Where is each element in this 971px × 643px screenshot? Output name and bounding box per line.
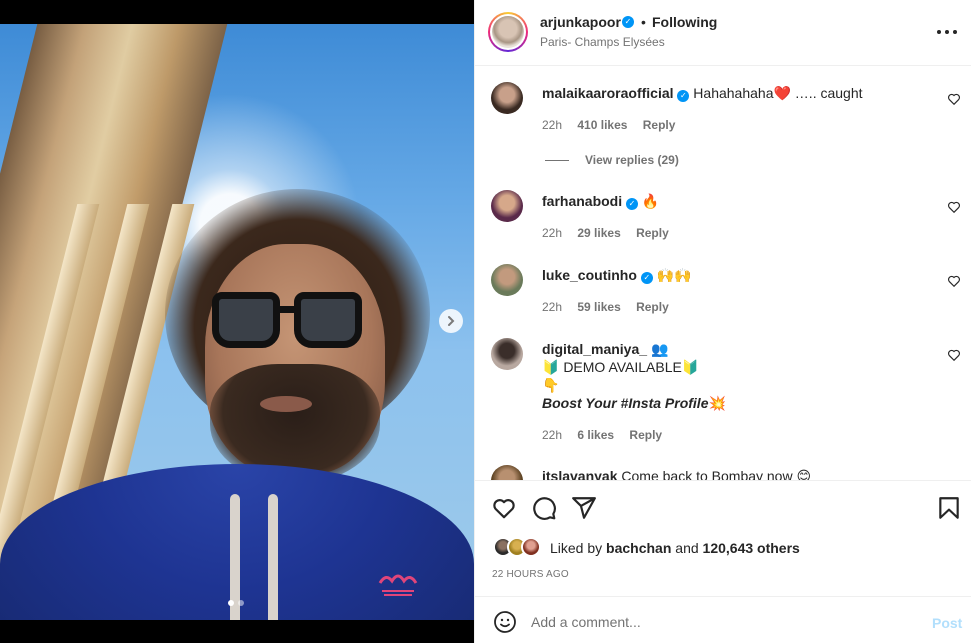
liker-avatar [521,537,541,557]
comment-likes[interactable]: 410 likes [577,118,627,132]
likes-count[interactable]: 120,643 others [703,540,800,556]
following-button[interactable]: Following [652,14,717,30]
comment-text: luke_coutinho ✓ 🙌🙌 [542,266,937,284]
commenter-avatar[interactable] [491,465,523,480]
comment-meta: 22h 410 likes Reply [542,118,687,132]
bookmark-icon[interactable] [936,495,962,521]
post-actions: Liked by bachchan and 120,643 others 22 … [475,480,971,643]
liked-by-prefix: Liked by [550,540,603,556]
post-media [0,0,474,643]
comment-username[interactable]: farhanabodi [542,193,622,209]
verified-badge-icon: ✓ [640,272,653,284]
header-separator: • [641,14,646,30]
comments-list[interactable]: malaikaaroraofficial ✓ Hahahahaha❤️ ….. … [475,67,971,480]
heart-emoji: ❤️ [773,85,791,101]
heart-icon[interactable] [491,495,517,521]
reply-button[interactable]: Reply [643,118,676,132]
comment-icon[interactable] [531,495,557,521]
comment-username[interactable]: malaikaaroraofficial [542,85,674,101]
hoodie-logo [378,574,418,596]
collision-emoji: 💥 [708,395,726,411]
comment-likes[interactable]: 6 likes [577,428,614,442]
verified-badge-icon: ✓ [677,90,690,102]
carousel-dot [238,600,244,606]
comment-body: 🔰 DEMO AVAILABLE🔰 [542,359,700,375]
carousel-indicator [228,600,244,606]
reply-button[interactable]: Reply [636,300,669,314]
share-icon[interactable] [571,495,597,521]
comment-likes[interactable]: 59 likes [577,300,620,314]
more-options-icon[interactable] [937,22,957,42]
comment-body: Hahahahaha [693,85,774,101]
commenter-avatar[interactable] [491,82,523,114]
fire-emoji: 🔥 [641,193,660,209]
author-avatar[interactable] [488,12,528,52]
liker-avatars[interactable] [493,537,541,557]
post-timestamp[interactable]: 22 HOURS AGO [492,569,569,580]
comment-text: malaikaaroraofficial ✓ Hahahahaha❤️ ….. … [542,84,937,102]
liked-by-summary: Liked by bachchan and 120,643 others [550,540,800,556]
people-emoji: 👥 [650,341,669,357]
commenter-avatar[interactable] [491,338,523,370]
comment-meta: 22h 6 likes Reply [542,428,674,442]
raising-hands-emoji: 🙌🙌 [656,267,692,283]
chevron-right-icon [448,316,455,326]
comment-meta: 22h 59 likes Reply [542,300,681,314]
comment-body: Come back to Bombay now [621,468,793,480]
comment-body: 👇 [542,377,560,393]
author-username[interactable]: arjunkapoor [540,14,621,30]
heart-icon[interactable] [947,200,961,214]
view-replies-button[interactable]: View replies (29) [545,153,679,167]
verified-badge-icon: ✓ [622,16,634,28]
post-photo[interactable] [0,24,474,620]
heart-icon[interactable] [947,348,961,362]
next-photo-button[interactable] [439,309,463,333]
comment-username[interactable]: itslavanyak [542,468,618,480]
comment-time[interactable]: 22h [542,226,562,240]
liked-by-user[interactable]: bachchan [606,540,671,556]
liked-by-and: and [675,540,699,556]
comment-time[interactable]: 22h [542,428,562,442]
comment-time[interactable]: 22h [542,300,562,314]
heart-icon[interactable] [947,274,961,288]
comment-meta: 22h 29 likes Reply [542,226,681,240]
comment-likes[interactable]: 29 likes [577,226,620,240]
emoji-icon[interactable] [493,610,517,634]
post-location[interactable]: Paris- Champs Elysées [540,35,665,49]
verified-badge-icon: ✓ [626,198,639,210]
post-comment-button[interactable]: Post [932,615,962,631]
photo-lips [260,396,312,412]
add-comment-bar: Post [475,596,971,643]
comment-body: Boost Your #Insta Profile [542,395,709,411]
comment-input[interactable] [531,609,911,635]
view-replies-label: View replies (29) [585,153,679,167]
comment-body: ….. caught [790,85,863,101]
heart-icon[interactable] [947,92,961,106]
commenter-avatar[interactable] [491,190,523,222]
commenter-avatar[interactable] [491,264,523,296]
photo-sunglasses [212,292,364,356]
photo-hood-string [268,494,278,620]
reply-button[interactable]: Reply [636,226,669,240]
comment-text: itslavanyak Come back to Bombay now 😊 [542,467,937,480]
carousel-dot [228,600,234,606]
post-panel: arjunkapoor ✓ • Following Paris- Champs … [474,0,971,643]
comment-time[interactable]: 22h [542,118,562,132]
reply-button[interactable]: Reply [629,428,662,442]
comment-username[interactable]: digital_maniya_ [542,341,647,357]
post-header: arjunkapoor ✓ • Following Paris- Champs … [475,0,971,66]
smile-emoji: 😊 [796,468,812,480]
comment-text: digital_maniya_ 👥 🔰 DEMO AVAILABLE🔰 👇 Bo… [542,340,937,412]
comment-username[interactable]: luke_coutinho [542,267,637,283]
comment-text: farhanabodi ✓ 🔥 [542,192,937,210]
